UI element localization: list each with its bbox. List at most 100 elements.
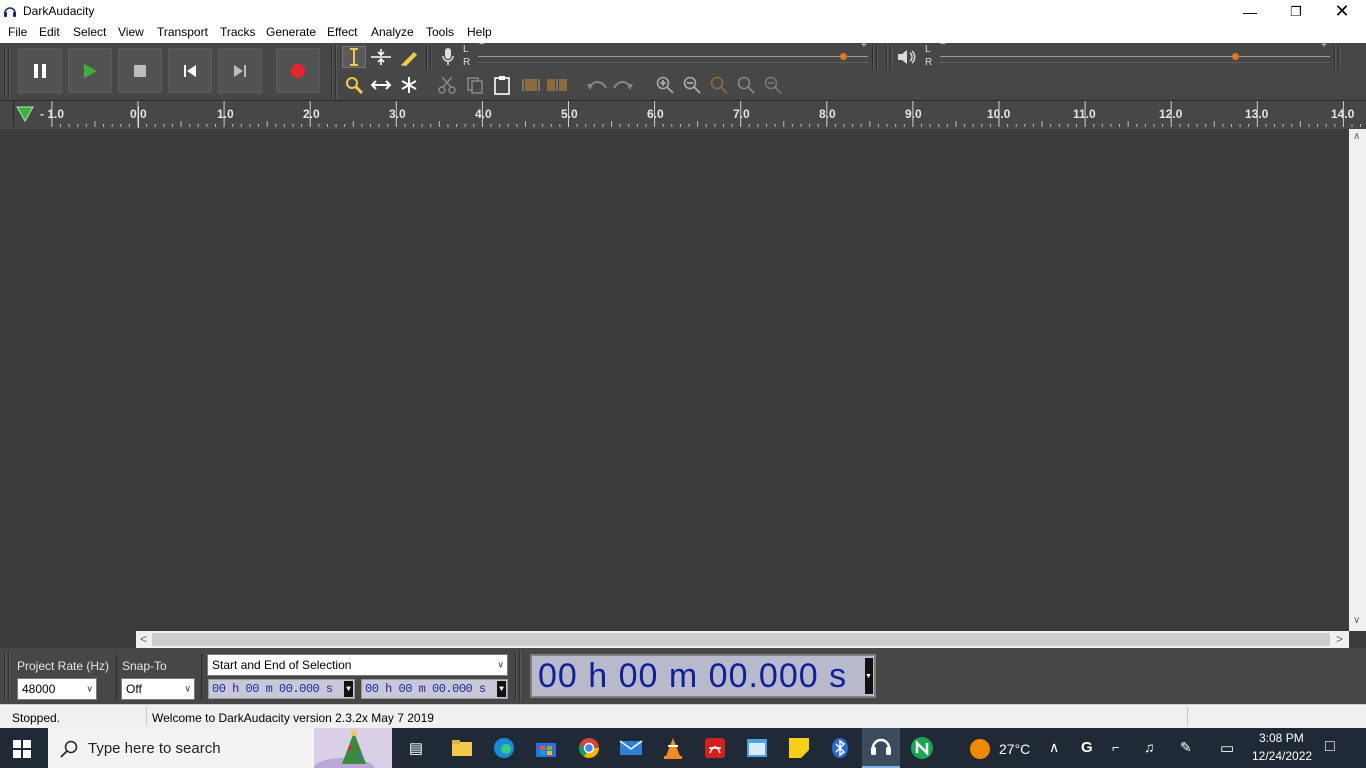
clock-date[interactable]: 12/24/2022 xyxy=(1252,749,1312,763)
cut-button[interactable] xyxy=(435,74,459,96)
chrome-icon[interactable] xyxy=(577,736,601,760)
file-explorer-icon[interactable] xyxy=(450,736,474,760)
record-meter-grip[interactable] xyxy=(426,45,434,71)
audio-position-display[interactable]: 00 h 00 m 00.000 s ▼ xyxy=(530,654,876,698)
stop-button[interactable] xyxy=(118,48,162,93)
menu-help[interactable]: Help xyxy=(467,25,492,39)
chevron-down-icon[interactable]: ▼ xyxy=(865,658,873,694)
task-view-icon[interactable]: ▤ xyxy=(404,736,428,760)
transport-toolbar-grip[interactable] xyxy=(4,47,12,97)
zoom-tool-button[interactable] xyxy=(342,74,366,96)
weather-temperature[interactable]: 27°C xyxy=(999,741,1030,757)
snap-to-select[interactable]: Off ∨ xyxy=(121,678,195,700)
control-panel-icon[interactable] xyxy=(745,736,769,760)
silence-button[interactable] xyxy=(545,74,569,96)
acrobat-icon[interactable] xyxy=(703,736,727,760)
copy-button[interactable] xyxy=(463,74,487,96)
menu-file[interactable]: File xyxy=(8,25,27,39)
record-button[interactable] xyxy=(276,48,320,93)
play-volume-knob[interactable] xyxy=(1232,53,1239,60)
zoom-toggle-icon xyxy=(764,76,782,94)
menu-generate[interactable]: Generate xyxy=(266,25,316,39)
pen-icon[interactable]: ✎ xyxy=(1180,739,1192,756)
close-button[interactable]: ✕ xyxy=(1319,0,1365,23)
menu-view[interactable]: View xyxy=(118,25,144,39)
zoom-out-button[interactable] xyxy=(680,74,704,96)
chevron-down-icon[interactable]: ▼ xyxy=(344,681,353,697)
mail-icon[interactable] xyxy=(619,736,643,760)
zoom-in-button[interactable] xyxy=(653,74,677,96)
network-icon[interactable]: ⌐ xyxy=(1112,740,1120,755)
project-rate-select[interactable]: 48000 ∨ xyxy=(17,678,97,700)
play-volume-slider[interactable] xyxy=(940,56,1330,57)
volume-icon[interactable]: ♫ xyxy=(1144,739,1155,755)
restore-button[interactable]: ❐ xyxy=(1273,0,1319,23)
menu-edit[interactable]: Edit xyxy=(39,25,60,39)
record-volume-slider[interactable] xyxy=(478,56,868,57)
grammarly-g-icon[interactable]: G xyxy=(1081,739,1093,756)
zoom-to-selection-icon xyxy=(710,76,728,94)
record-volume-knob[interactable] xyxy=(840,53,847,60)
trim-button[interactable] xyxy=(519,74,543,96)
fit-selection-button[interactable] xyxy=(707,74,731,96)
keyboard-icon[interactable]: ▭ xyxy=(1220,739,1234,757)
pause-button[interactable] xyxy=(18,48,62,93)
skip-to-start-icon xyxy=(184,64,196,77)
play-meter-button[interactable] xyxy=(895,46,919,68)
sticky-notes-icon[interactable] xyxy=(787,736,811,760)
bluetooth-icon[interactable] xyxy=(828,736,852,760)
menu-transport[interactable]: Transport xyxy=(157,25,208,39)
multi-tool-button[interactable] xyxy=(397,74,421,96)
time-shift-tool-button[interactable] xyxy=(369,74,393,96)
play-meter-grip[interactable] xyxy=(872,45,880,71)
store-icon[interactable] xyxy=(534,736,558,760)
paste-button[interactable] xyxy=(490,74,514,96)
menu-analyze[interactable]: Analyze xyxy=(371,25,414,39)
fit-project-button[interactable] xyxy=(734,74,758,96)
tools-toolbar-grip[interactable] xyxy=(331,45,339,71)
selection-start-time[interactable]: 00 h 00 m 00.000 s ▼ xyxy=(208,679,355,699)
selection-end-time[interactable]: 00 h 00 m 00.000 s ▼ xyxy=(361,679,508,699)
redo-button[interactable] xyxy=(611,74,635,96)
notification-icon[interactable]: □ xyxy=(1325,738,1335,756)
separator xyxy=(201,654,202,700)
record-meter-button[interactable] xyxy=(436,46,460,68)
scroll-right-icon[interactable]: > xyxy=(1336,632,1343,646)
timeline-ruler[interactable]: - 1.0 0.0 1.0 2.0 3.0 4.0 5.0 6.0 7.0 8.… xyxy=(0,100,1366,130)
clipboard-icon xyxy=(494,76,510,95)
track-panel[interactable] xyxy=(0,129,1349,631)
draw-tool-button[interactable] xyxy=(397,46,421,68)
notion-n-icon[interactable] xyxy=(910,736,934,760)
scroll-down-icon[interactable]: ∨ xyxy=(1353,615,1360,626)
menu-tools[interactable]: Tools xyxy=(426,25,454,39)
clock-time[interactable]: 3:08 PM xyxy=(1259,731,1304,745)
start-button[interactable] xyxy=(12,739,32,762)
envelope-tool-button[interactable] xyxy=(369,46,393,68)
time-toolbar-grip[interactable] xyxy=(515,651,523,701)
undo-button[interactable] xyxy=(585,74,609,96)
selection-toolbar-grip[interactable] xyxy=(4,651,12,701)
play-button[interactable] xyxy=(68,48,112,93)
play-meter-grip-2[interactable] xyxy=(886,45,894,71)
scroll-up-icon[interactable]: ∧ xyxy=(1353,131,1360,142)
menu-tracks[interactable]: Tracks xyxy=(220,25,256,39)
darkaudacity-taskbar-button[interactable] xyxy=(862,728,900,768)
edit-toolbar-grip[interactable] xyxy=(331,73,339,99)
vlc-icon[interactable] xyxy=(661,736,685,760)
chevron-down-icon[interactable]: ▼ xyxy=(497,681,506,697)
skip-to-start-button[interactable] xyxy=(168,48,212,93)
edge-browser-icon[interactable] xyxy=(492,736,516,760)
scroll-left-icon[interactable]: < xyxy=(140,632,147,646)
taskbar-search-box[interactable]: Type here to search xyxy=(48,728,392,768)
weather-sun-icon[interactable] xyxy=(969,738,991,760)
show-hidden-icons-chevron-icon[interactable]: ∧ xyxy=(1049,739,1059,756)
selection-mode-select[interactable]: Start and End of Selection ∨ xyxy=(207,654,508,676)
minimize-button[interactable]: — xyxy=(1227,0,1273,23)
vertical-scrollbar[interactable]: ∧ ∨ xyxy=(1349,129,1366,631)
selection-tool-button[interactable] xyxy=(342,46,366,68)
skip-to-end-button[interactable] xyxy=(218,48,262,93)
horizontal-scroll-thumb[interactable] xyxy=(152,633,1330,646)
zoom-toggle-button[interactable] xyxy=(761,74,785,96)
menu-select[interactable]: Select xyxy=(73,25,106,39)
menu-effect[interactable]: Effect xyxy=(327,25,357,39)
